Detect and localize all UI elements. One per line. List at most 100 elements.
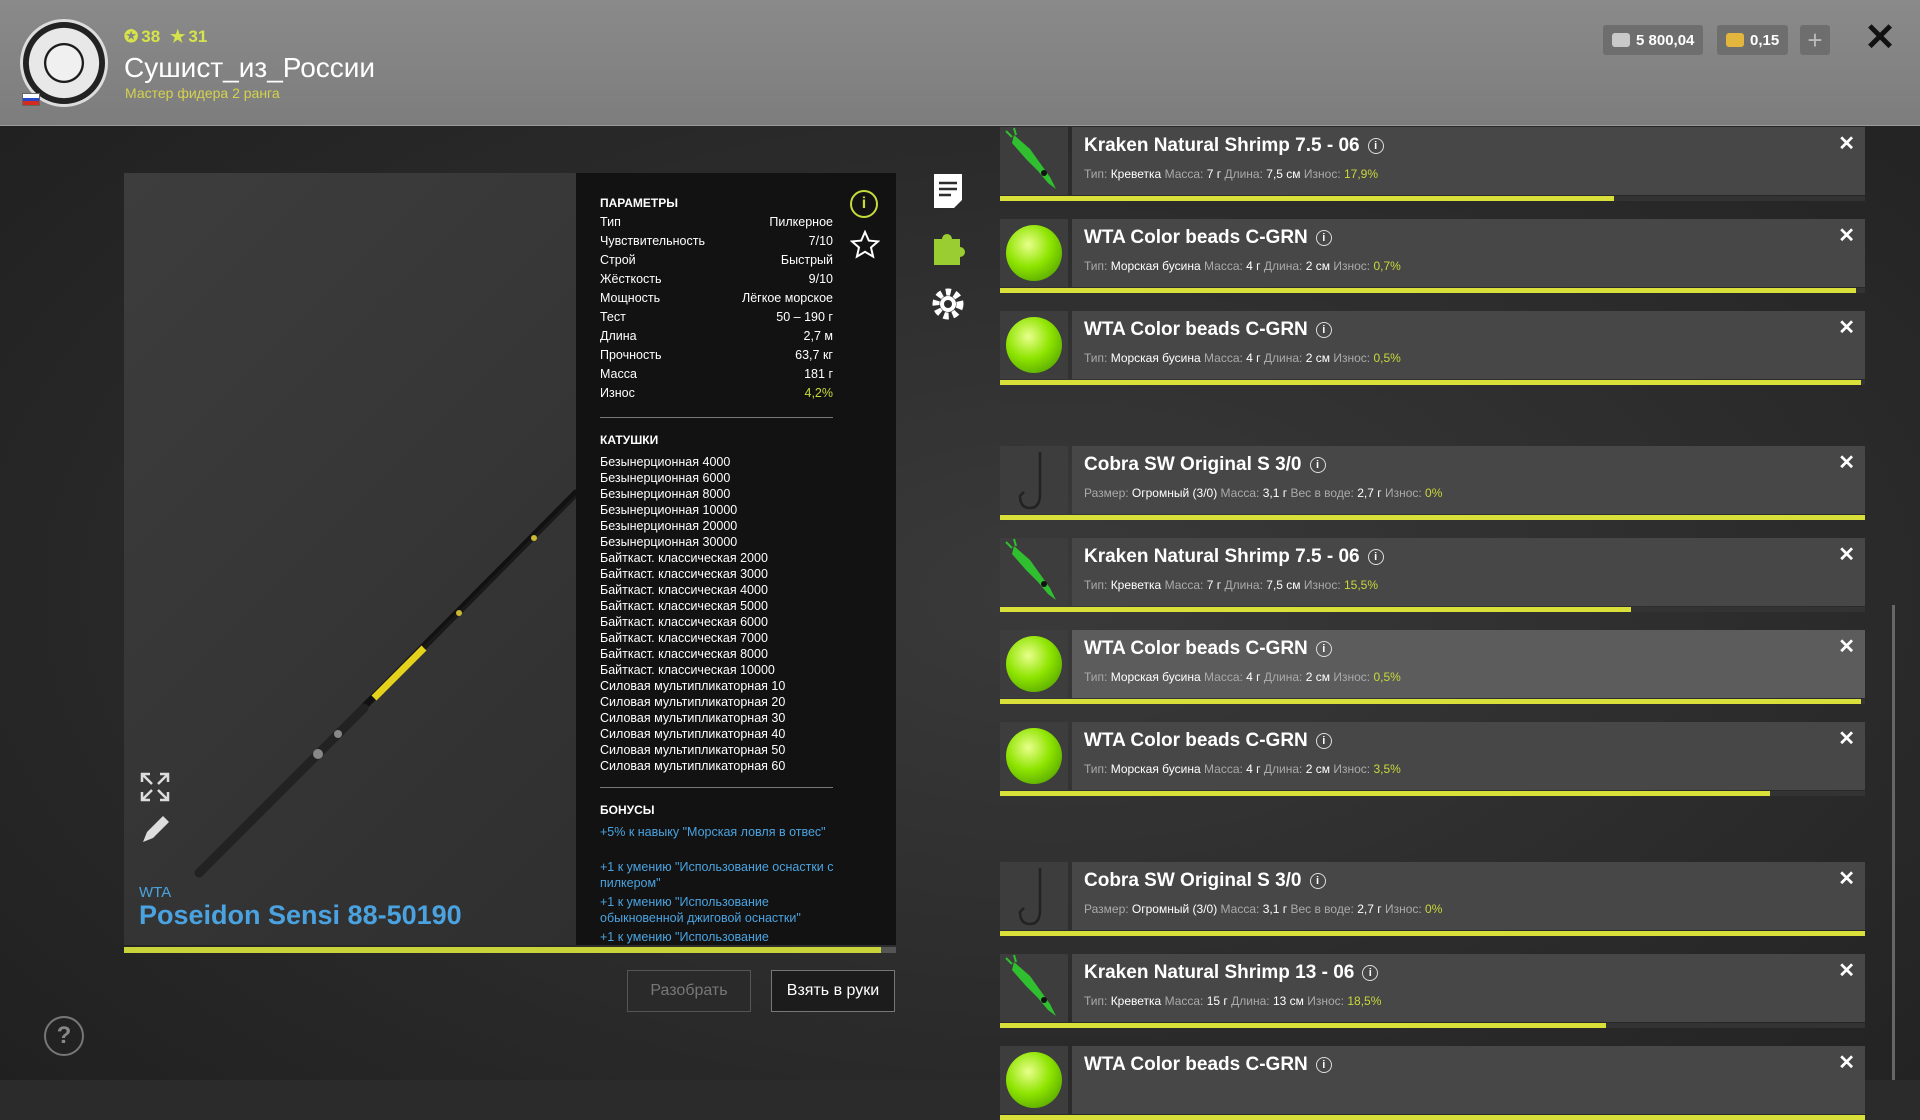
remove-item-button[interactable]: ✕ (1838, 1050, 1855, 1075)
tackle-item[interactable]: WTA Color beads C-GRN i Тип: Морская бусин… (1000, 311, 1865, 385)
info-icon[interactable]: i (1315, 641, 1332, 657)
reel-item: Байткаст. классическая 4000 (600, 583, 768, 597)
prop-label: Длина: (1263, 670, 1303, 684)
wear-value: 18,5% (1347, 994, 1382, 1008)
item-details: Kraken Natural Shrimp 7.5 - 06 i Тип: Крев… (1072, 538, 1865, 606)
remove-item-button[interactable]: ✕ (1838, 726, 1855, 751)
tackle-item[interactable]: WTA Color beads C-GRN i ✕ (1000, 1046, 1865, 1120)
item-properties: Тип: Креветка Масса: 15 г Длина: 13 см И… (1084, 994, 1381, 1008)
disassemble-button[interactable]: Разобрать (627, 970, 751, 1012)
prop-label: Длина: (1263, 351, 1303, 365)
tackle-item[interactable]: Kraken Natural Shrimp 7.5 - 06 i Тип: Крев… (1000, 127, 1865, 201)
info-icon[interactable]: i (1315, 733, 1332, 749)
item-condition-bar (1000, 196, 1865, 201)
prop-label: Длина: (1224, 167, 1263, 181)
take-in-hands-button[interactable]: Взять в руки (771, 970, 895, 1012)
prop-value: 4 г (1246, 762, 1261, 776)
info-icon[interactable]: i (1367, 138, 1384, 154)
prop-value: 7,5 см (1266, 167, 1301, 181)
level-value: 38 (141, 27, 161, 46)
remove-item-button[interactable]: ✕ (1838, 542, 1855, 567)
shrimp-thumbnail (1000, 127, 1068, 195)
gold-value: 0,15 (1750, 31, 1780, 49)
tackle-item[interactable]: Kraken Natural Shrimp 13 - 06 i Тип: Креве… (1000, 954, 1865, 1028)
prop-label: Вес в воде: (1290, 486, 1354, 500)
gear-icon[interactable] (928, 284, 968, 324)
pencil-icon[interactable] (138, 813, 172, 847)
info-icon[interactable]: i (1315, 322, 1332, 338)
remove-item-button[interactable]: ✕ (1838, 315, 1855, 340)
prop-value: 2 см (1305, 670, 1330, 684)
shrimp-thumbnail (1000, 538, 1068, 606)
param-label: Мощность (600, 291, 661, 305)
wear-value: 17,9% (1344, 167, 1379, 181)
remove-item-button[interactable]: ✕ (1838, 131, 1855, 156)
prop-value: 2,7 г (1357, 902, 1382, 916)
prop-value: Морская бусина (1110, 670, 1201, 684)
remove-item-button[interactable]: ✕ (1838, 450, 1855, 475)
tackle-item[interactable]: Cobra SW Original S 3/0 i Размер: Огромный… (1000, 446, 1865, 520)
param-row: Тест 50 – 190 г (600, 310, 833, 324)
tackle-item[interactable]: WTA Color beads C-GRN i Тип: Морская бусин… (1000, 722, 1865, 796)
reel-item: Безынерционная 8000 (600, 487, 731, 501)
close-button[interactable]: ✕ (1862, 17, 1898, 59)
info-icon[interactable]: i (1315, 230, 1332, 246)
remove-item-button[interactable]: ✕ (1838, 223, 1855, 248)
info-icon[interactable]: i (1315, 1057, 1332, 1073)
reels-title: КАТУШКИ (600, 433, 659, 447)
document-icon[interactable] (928, 170, 968, 210)
item-condition-bar (1000, 699, 1865, 704)
item-properties: Размер: Огромный (3/0) Масса: 3,1 г Вес … (1084, 486, 1442, 500)
item-details: Kraken Natural Shrimp 7.5 - 06 i Тип: Крев… (1072, 127, 1865, 195)
close-icon: ✕ (1864, 17, 1896, 59)
item-name-text: WTA Color beads C-GRN (1084, 1054, 1308, 1075)
info-icon[interactable]: i (850, 190, 878, 218)
tackle-item[interactable]: WTA Color beads C-GRN i Тип: Морская бусин… (1000, 630, 1865, 704)
help-icon[interactable]: ? (44, 1016, 84, 1056)
tackle-item[interactable]: Kraken Natural Shrimp 7.5 - 06 i Тип: Крев… (1000, 538, 1865, 612)
param-value: 50 – 190 г (776, 310, 833, 324)
star-icon: ★ (170, 27, 186, 46)
prop-label: Масса: (1204, 259, 1243, 273)
prop-label: Вес в воде: (1290, 902, 1354, 916)
prop-value: 4 г (1246, 351, 1261, 365)
param-label: Тип (600, 215, 621, 229)
params-title: ПАРАМЕТРЫ (600, 196, 678, 210)
info-icon[interactable]: i (1309, 873, 1326, 889)
wear-label: Износ: (1303, 167, 1341, 181)
tackle-item[interactable]: Cobra SW Original S 3/0 i Размер: Огромный… (1000, 862, 1865, 936)
item-condition-bar (1000, 1023, 1865, 1028)
bead-image (1006, 1052, 1062, 1108)
favorite-star-icon[interactable] (850, 230, 880, 260)
prop-value: 3,1 г (1262, 486, 1288, 500)
prop-label: Размер: (1084, 902, 1129, 916)
rank-title: Мастер фидера 2 ранга (125, 85, 280, 101)
item-condition-fill (1000, 288, 1857, 293)
remove-item-button[interactable]: ✕ (1838, 866, 1855, 891)
bead-thumbnail (1000, 722, 1068, 790)
param-row: Мощность Лёгкое морское (600, 291, 833, 305)
remove-item-button[interactable]: ✕ (1838, 634, 1855, 659)
item-name: Cobra SW Original S 3/0 i (1084, 454, 1326, 476)
tackle-item[interactable]: WTA Color beads C-GRN i Тип: Морская бусин… (1000, 219, 1865, 293)
info-icon[interactable]: i (1309, 457, 1326, 473)
item-details: Kraken Natural Shrimp 13 - 06 i Тип: Креве… (1072, 954, 1865, 1022)
prop-label: Масса: (1204, 351, 1243, 365)
shrimp-image (1005, 538, 1056, 600)
silver-balance: 5 800,04 (1603, 25, 1704, 55)
remove-item-button[interactable]: ✕ (1838, 958, 1855, 983)
plus-icon: + (1807, 24, 1823, 55)
level-icon: ✪ (124, 27, 139, 46)
fullscreen-icon[interactable] (138, 770, 172, 804)
scrollbar[interactable] (1892, 605, 1895, 1080)
add-currency-button[interactable]: + (1800, 25, 1830, 55)
info-icon[interactable]: i (1362, 965, 1379, 981)
prop-value: 2 см (1305, 351, 1330, 365)
puzzle-icon[interactable] (928, 227, 968, 267)
info-icon[interactable]: i (1367, 549, 1384, 565)
item-condition-bar (1000, 380, 1865, 385)
reel-item: Байткаст. классическая 5000 (600, 599, 768, 613)
prop-label: Масса: (1164, 994, 1204, 1008)
item-condition-bar (1000, 607, 1865, 612)
item-condition-bar (1000, 931, 1865, 936)
